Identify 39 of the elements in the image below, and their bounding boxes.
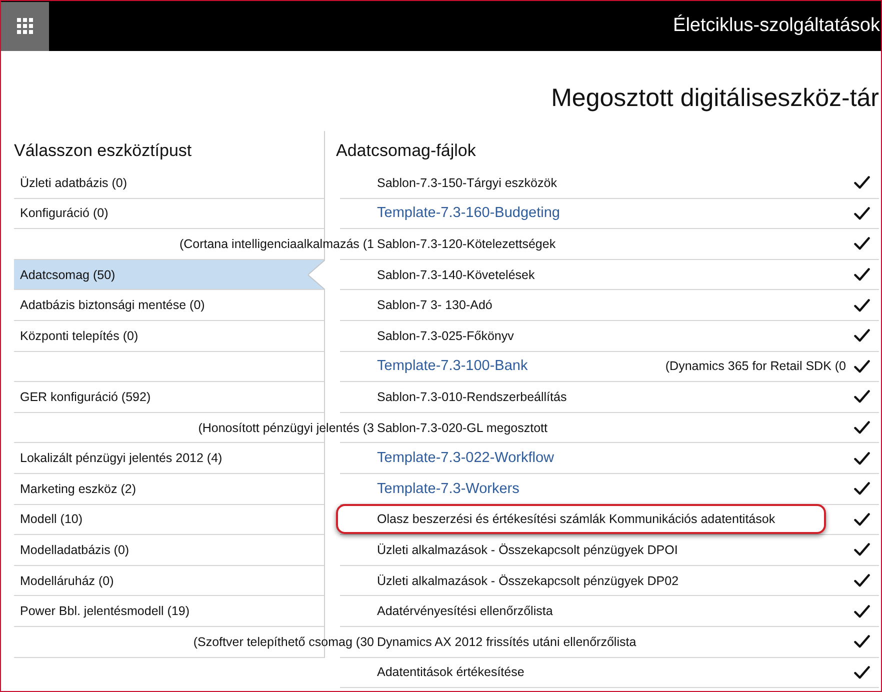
asset-type-item[interactable]: Modelláruház (0) xyxy=(14,566,324,596)
file-name: Olasz beszerzési és értékesítési számlák Kommunikációs adatentitások xyxy=(377,512,776,526)
file-link[interactable]: Template-7.3-100-Bank xyxy=(377,358,528,374)
file-name: Üzleti alkalmazások - Összekapcsolt pénzügyek DPOI xyxy=(377,542,678,557)
asset-type-item[interactable]: Üzleti adatbázis (0) xyxy=(14,168,324,199)
file-name: Üzleti alkalmazások - Összekapcsolt pénzügyek DP02 xyxy=(377,574,679,588)
app-title: Életciklus-szolgáltatások xyxy=(673,15,881,37)
file-name: Sablon-7 3- 130-Adó xyxy=(377,298,492,312)
asset-type-item[interactable]: Konfiguráció (0) xyxy=(14,198,324,230)
asset-type-item[interactable]: (Honosított pénzügyi jelentés (3 xyxy=(198,420,374,435)
waffle-icon xyxy=(17,18,33,34)
asset-type-item[interactable]: GER konfiguráció (592) xyxy=(14,382,324,413)
file-name: Sablon-7.3-120-Kötelezettségek xyxy=(377,236,556,251)
asset-type-item[interactable]: Marketing eszköz (2) xyxy=(14,474,324,505)
asset-type-item[interactable]: (Cortana intelligenciaalkalmazás (1 xyxy=(179,236,374,251)
asset-type-item[interactable]: Power Bbl. jelentésmodell (19) xyxy=(14,596,324,627)
file-link[interactable]: Template-7.3-Workers xyxy=(377,480,520,497)
asset-type-item[interactable]: Lokalizált pénzügyi jelentés 2012 (4) xyxy=(14,443,324,474)
file-name: Sablon-7.3-150-Tárgyi eszközök xyxy=(377,176,557,190)
file-link[interactable]: Template-7.3-160-Budgeting xyxy=(377,205,560,222)
file-name: Adatentitások értékesítése xyxy=(377,665,524,680)
panel-heading: Válasszon eszköztípust xyxy=(14,140,193,162)
asset-type-item[interactable]: (Dynamics 365 for Retail SDK (0 xyxy=(665,359,846,374)
file-name: Dynamics AX 2012 frissítés utáni ellenőrzőlista xyxy=(377,634,636,649)
app-launcher-button[interactable] xyxy=(1,2,49,50)
file-name: Adatérvényesítési ellenőrzőlista xyxy=(377,604,553,618)
file-name: Sablon-7.3-020-GL megosztott xyxy=(377,420,548,435)
asset-type-item[interactable]: Központi telepítés (0) xyxy=(14,320,324,352)
file-link[interactable]: Template-7.3-022-Workflow xyxy=(377,450,554,466)
asset-type-item[interactable]: Adatcsomag (50) xyxy=(14,260,324,290)
asset-type-item[interactable]: (Szoftver telepíthető csomag (30 xyxy=(193,634,374,649)
panel-heading: Adatcsomag-fájlok xyxy=(335,140,477,162)
file-name: Sablon-7.3-010-Rendszerbeállítás xyxy=(377,390,567,404)
asset-type-item[interactable]: Modelladatbázis (0) xyxy=(14,535,324,566)
file-name: Sablon-7.3-025-Főkönyv xyxy=(377,328,514,343)
asset-type-item[interactable]: Modell (10) xyxy=(14,504,324,536)
file-name: Sablon-7.3-140-Követelések xyxy=(377,268,535,282)
page-title: Megosztott digitáliseszköz-tár xyxy=(551,83,879,113)
asset-type-item[interactable]: Adatbázis biztonsági mentése (0) xyxy=(14,290,324,321)
